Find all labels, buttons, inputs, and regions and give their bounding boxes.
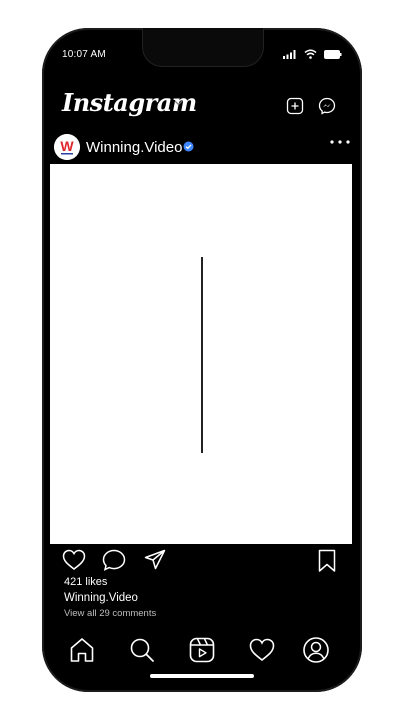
post-header: W Winning.Video	[42, 130, 362, 164]
battery-icon	[324, 49, 342, 59]
activity-heart-icon[interactable]	[248, 636, 276, 664]
home-icon[interactable]	[68, 636, 96, 664]
signal-icon	[283, 49, 296, 59]
search-icon[interactable]	[128, 636, 156, 664]
reels-icon[interactable]	[188, 636, 216, 664]
verified-badge-icon	[183, 141, 194, 152]
avatar[interactable]: W	[54, 134, 80, 160]
wifi-icon	[304, 49, 317, 59]
messenger-icon[interactable]	[318, 97, 336, 115]
caption-username[interactable]: Winning.Video	[64, 592, 138, 604]
phone-frame: 10:07 AM Instagram W Winning.Video 421 l…	[42, 28, 362, 692]
post-media[interactable]	[50, 164, 352, 544]
comment-icon[interactable]	[102, 549, 126, 571]
notch	[142, 28, 264, 67]
post-username[interactable]: Winning.Video	[86, 139, 182, 156]
status-time: 10:07 AM	[62, 49, 106, 60]
chevron-down-icon[interactable]	[174, 100, 183, 106]
app-header: Instagram	[42, 88, 362, 124]
bottom-tab-bar	[42, 632, 362, 672]
home-indicator[interactable]	[150, 674, 254, 678]
heart-icon[interactable]	[62, 549, 86, 571]
view-comments-link[interactable]: View all 29 comments	[64, 608, 156, 619]
more-options-icon[interactable]	[330, 140, 350, 144]
likes-count[interactable]: 421 likes	[64, 576, 107, 588]
share-icon[interactable]	[144, 549, 166, 571]
status-icons	[283, 49, 342, 59]
winning-video-logo: W	[54, 134, 80, 160]
profile-icon[interactable]	[302, 636, 330, 664]
post-actions	[42, 546, 362, 576]
media-content-line	[201, 257, 203, 453]
svg-text:W: W	[60, 138, 74, 154]
new-post-icon[interactable]	[286, 97, 304, 115]
bookmark-icon[interactable]	[318, 549, 336, 573]
